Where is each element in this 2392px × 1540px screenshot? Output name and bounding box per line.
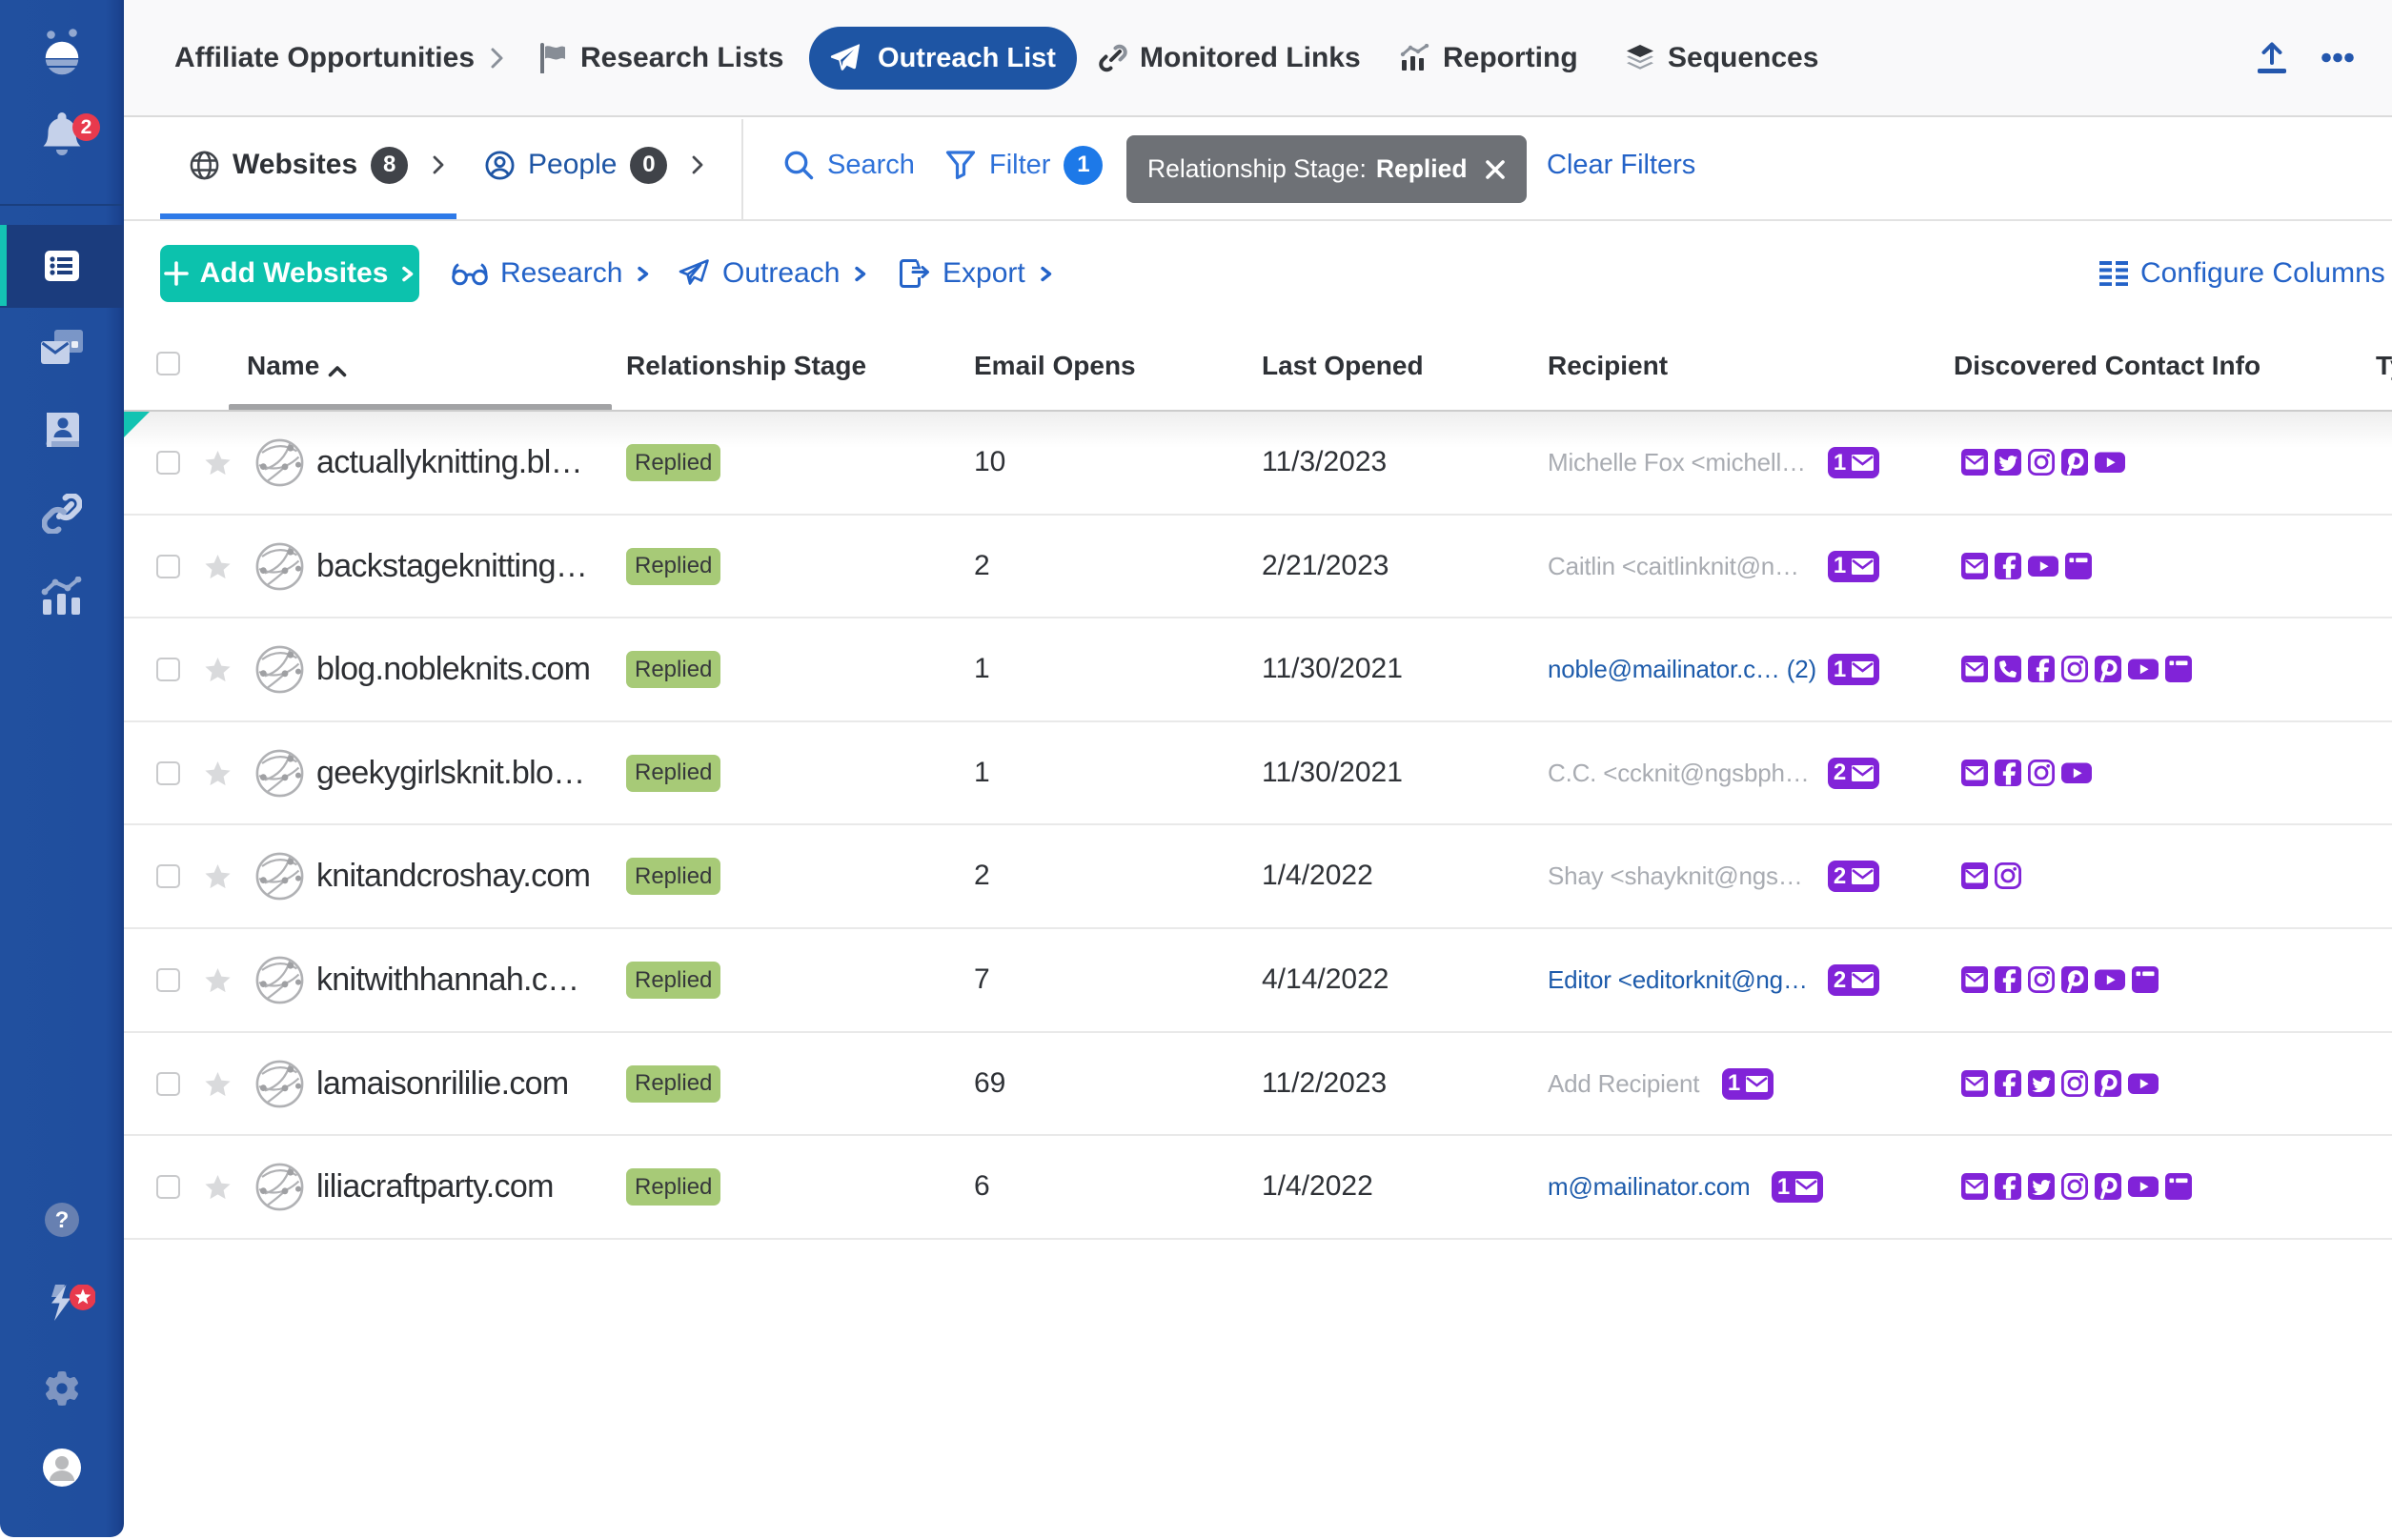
- svg-text:?: ?: [55, 1207, 70, 1233]
